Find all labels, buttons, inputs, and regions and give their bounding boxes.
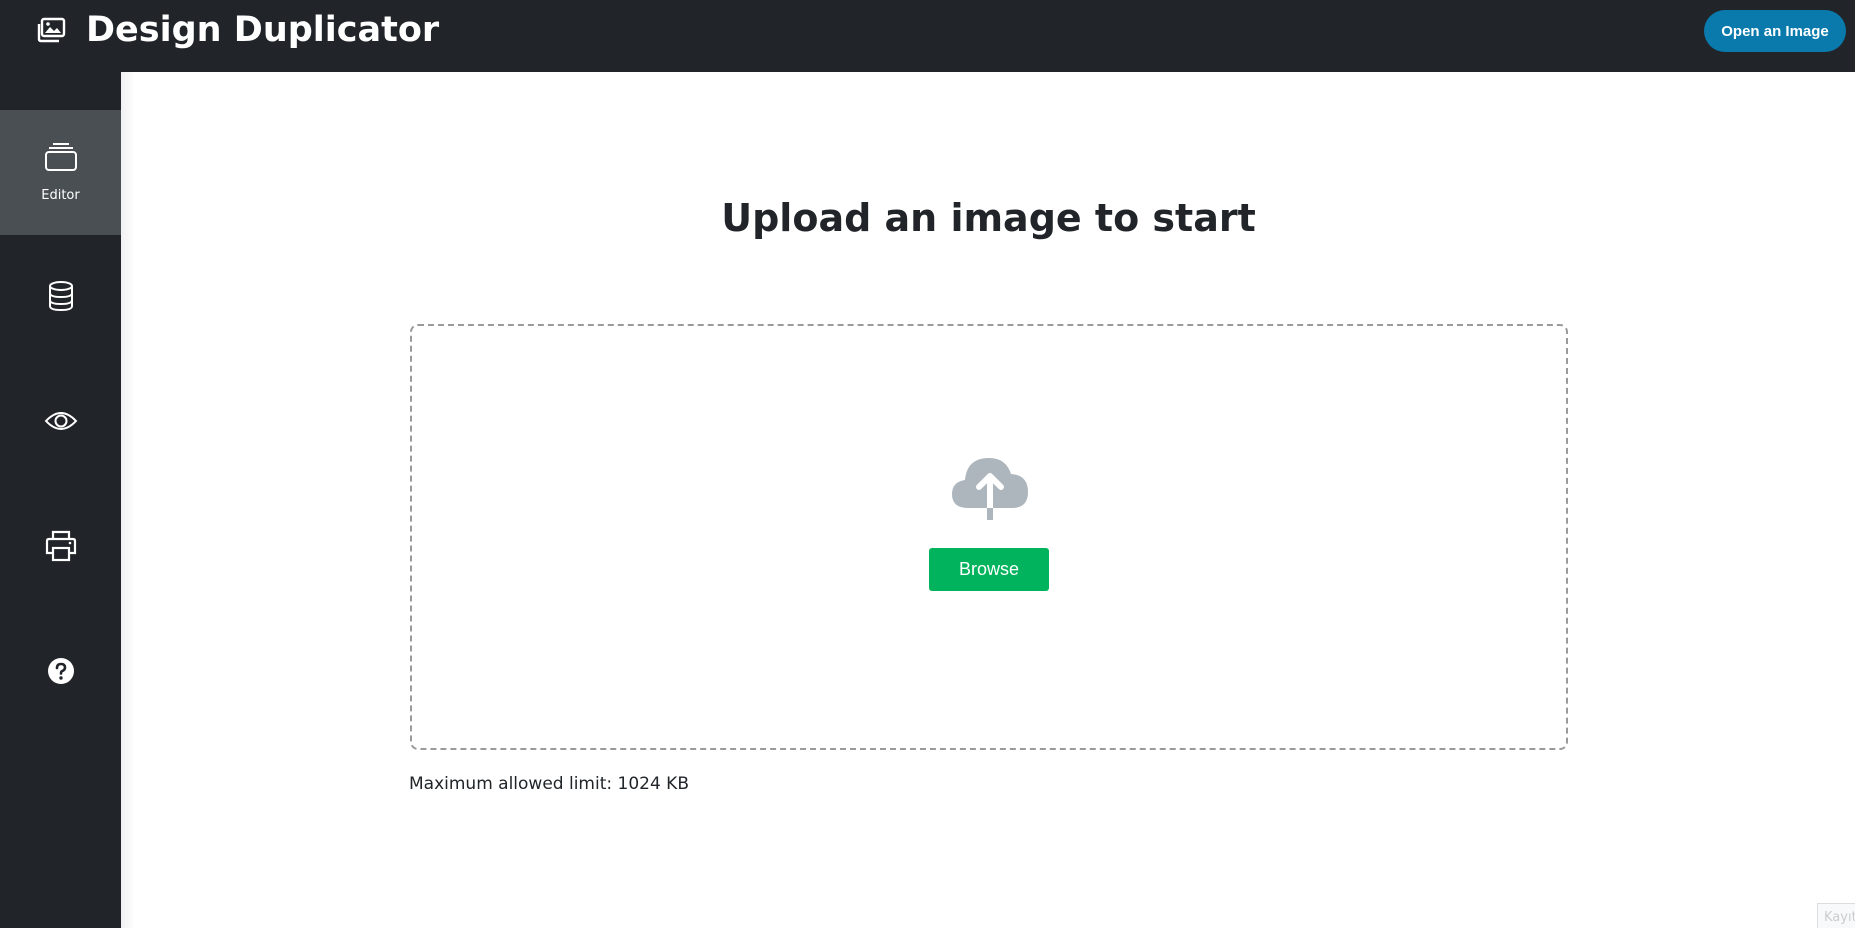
images-icon [34, 13, 68, 47]
sidebar-item-label: Editor [41, 188, 80, 203]
top-bar: Design Duplicator Open an Image [0, 0, 1855, 72]
printer-icon [44, 530, 78, 566]
sidebar-item-editor[interactable]: Editor [0, 110, 121, 235]
cloud-upload-icon [948, 452, 1032, 524]
layers-icon [44, 142, 78, 176]
database-icon [48, 280, 74, 315]
page-title: Upload an image to start [721, 196, 1256, 240]
browse-button[interactable]: Browse [929, 548, 1049, 591]
question-circle-icon [47, 657, 75, 689]
sidebar-item-preview[interactable] [0, 360, 121, 485]
app-title: Design Duplicator [86, 10, 440, 50]
eye-icon [44, 409, 78, 437]
sidebar-item-help[interactable] [0, 610, 121, 735]
corner-badge[interactable]: Kayıt [1817, 903, 1855, 928]
brand[interactable]: Design Duplicator [34, 5, 439, 55]
content-edge-shadow [121, 72, 135, 928]
sidebar-item-database[interactable] [0, 235, 121, 360]
upload-limit-text: Maximum allowed limit: 1024 KB [409, 774, 689, 794]
sidebar-item-print[interactable] [0, 485, 121, 610]
upload-dropzone[interactable]: Browse [410, 324, 1568, 750]
sidebar: Editor [0, 72, 121, 928]
open-image-button[interactable]: Open an Image [1704, 10, 1846, 52]
